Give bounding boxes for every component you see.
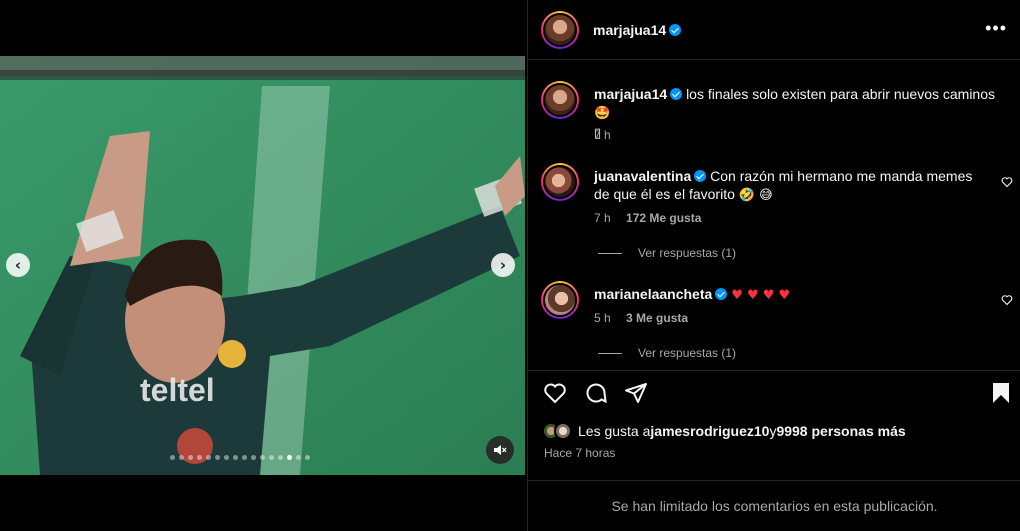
comment-meta: 7 h 172 Me gusta <box>594 211 701 225</box>
caption-username[interactable]: marjajua14 <box>594 86 667 102</box>
comment-meta: 5 h 3 Me gusta <box>594 311 688 325</box>
replies-divider <box>598 352 622 354</box>
carousel-dot <box>233 455 238 460</box>
carousel-dot <box>206 455 211 460</box>
commenter-username[interactable]: juanavalentina <box>594 168 691 184</box>
carousel-dot <box>287 455 292 460</box>
carousel-dot <box>242 455 247 460</box>
carousel-dot <box>305 455 310 460</box>
jersey-sponsor: teltel <box>140 372 215 408</box>
comment-body-line1: Con razón mi hermano me manda memes <box>710 168 973 184</box>
comments-limited-notice: Se han limitado los comentarios en esta … <box>528 480 1020 531</box>
carousel-dot <box>269 455 274 460</box>
caption-avatar[interactable] <box>541 81 579 119</box>
action-bar <box>528 370 1020 415</box>
bookmark-saved-icon[interactable] <box>989 381 1013 405</box>
more-options-icon[interactable]: ••• <box>985 19 1007 37</box>
caption-text: marjajua14 los finales solo existen para… <box>594 85 1004 143</box>
commenter-avatar[interactable] <box>541 163 579 201</box>
post-panel: marjajua14 ••• marjajua14 los finales so… <box>527 0 1020 531</box>
caption-meta: 7 h <box>594 128 623 142</box>
replies-divider <box>598 252 622 254</box>
comment-item: juanavalentina Con razón mi hermano me m… <box>528 162 1020 262</box>
comment-body-line2: de que él es el favorito <box>594 186 735 202</box>
carousel-indicator <box>170 455 310 461</box>
view-replies-button[interactable]: Ver respuestas (1) <box>598 246 736 260</box>
post-photo: teltel <box>0 56 525 475</box>
commenter-username[interactable]: marianelaancheta <box>594 286 712 302</box>
comment-emojis: 🤣 😅 <box>738 188 773 203</box>
verified-badge-icon <box>694 170 707 182</box>
view-replies-label[interactable]: Ver respuestas (1) <box>638 246 736 260</box>
previous-photo-button[interactable]: ‹ <box>6 253 30 277</box>
comment-text: marianelaancheta ♥ ♥ ♥ ♥ <box>594 285 994 305</box>
author-avatar[interactable] <box>541 11 579 49</box>
star-struck-emoji: 🤩 <box>594 106 611 121</box>
author-name-row: marjajua14 <box>593 22 682 40</box>
caption-time[interactable]: 7 h <box>594 128 611 142</box>
photo-illustration: teltel <box>0 56 525 475</box>
view-replies-label[interactable]: Ver respuestas (1) <box>638 346 736 360</box>
liker-username[interactable]: jamesrodriguez10 <box>650 423 769 439</box>
comment-item: marianelaancheta ♥ ♥ ♥ ♥ 5 h 3 Me gusta … <box>528 280 1020 360</box>
comment-time[interactable]: 7 h <box>594 211 611 225</box>
verified-badge-icon <box>669 24 682 36</box>
comment-time[interactable]: 5 h <box>594 311 611 325</box>
verified-badge-icon <box>715 288 728 300</box>
carousel-dot <box>278 455 283 460</box>
chevron-left-icon: ‹ <box>14 256 22 274</box>
speaker-muted-icon <box>494 445 507 455</box>
author-username[interactable]: marjajua14 <box>593 22 666 38</box>
share-icon[interactable] <box>624 381 648 405</box>
like-heart-icon[interactable] <box>543 381 567 405</box>
post-header: marjajua14 ••• <box>528 0 1020 60</box>
like-comment-heart-icon[interactable] <box>1001 294 1013 306</box>
verified-badge-icon <box>670 88 683 100</box>
caption-body: los finales solo existen para abrir nuev… <box>686 86 995 102</box>
liker-avatar[interactable] <box>554 422 572 440</box>
carousel-dot <box>260 455 265 460</box>
carousel-dot <box>170 455 175 460</box>
commenter-avatar[interactable] <box>541 281 579 319</box>
post-media: teltel ‹ › <box>0 0 525 531</box>
comment-likes[interactable]: 3 Me gusta <box>626 311 688 325</box>
comment-icon[interactable] <box>584 381 608 405</box>
carousel-dot <box>251 455 256 460</box>
carousel-dot <box>224 455 229 460</box>
red-hearts-emoji: ♥ ♥ ♥ ♥ <box>731 288 791 303</box>
post-caption: marjajua14 los finales solo existen para… <box>528 80 1020 150</box>
likes-prefix: Les gusta a <box>578 423 651 439</box>
carousel-dot <box>197 455 202 460</box>
post-timestamp[interactable]: Hace 7 horas <box>544 446 615 460</box>
likes-count[interactable]: 9998 personas más <box>776 423 905 439</box>
like-comment-heart-icon[interactable] <box>1001 176 1013 188</box>
mute-button[interactable] <box>486 436 514 464</box>
next-photo-button[interactable]: › <box>491 253 515 277</box>
comment-text: juanavalentina Con razón mi hermano me m… <box>594 167 994 205</box>
carousel-dot <box>188 455 193 460</box>
view-replies-button[interactable]: Ver respuestas (1) <box>598 346 736 360</box>
carousel-dot <box>215 455 220 460</box>
likes-summary: Les gusta a jamesrodriguez10 y 9998 pers… <box>542 422 906 440</box>
carousel-dot <box>179 455 184 460</box>
chevron-right-icon: › <box>499 256 507 274</box>
carousel-dot <box>296 455 301 460</box>
likes-middle: y <box>769 423 777 439</box>
comment-likes[interactable]: 172 Me gusta <box>626 211 701 225</box>
